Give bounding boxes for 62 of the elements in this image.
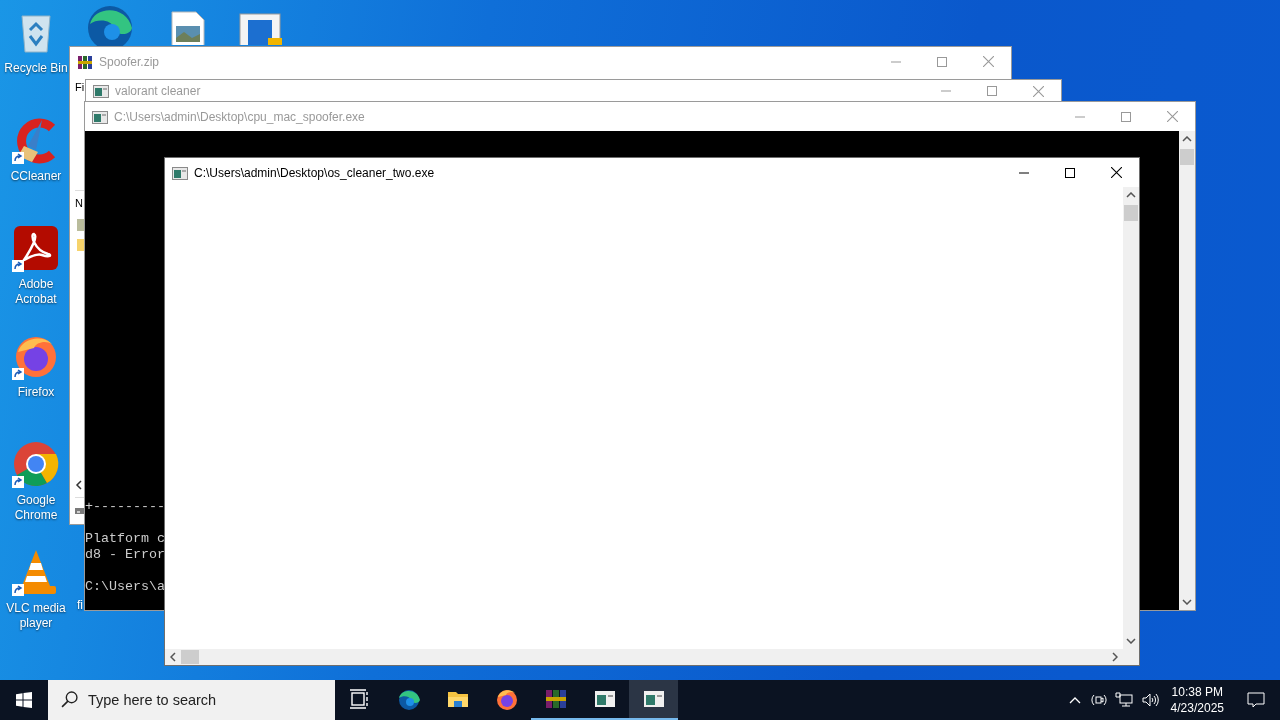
console-line: d8 - Error [85,547,166,563]
scroll-down-button[interactable] [1182,599,1192,605]
volume-icon[interactable] [1140,692,1159,708]
console-line: +--------- [85,499,166,515]
close-icon [1032,85,1044,97]
search-field[interactable]: Type here to search [48,680,335,720]
close-icon [1110,167,1122,178]
maximize-icon [937,56,947,67]
window-icon [92,108,108,125]
document-app-icon[interactable] [12,224,60,272]
chevron-up-icon [1068,696,1081,704]
icon-label[interactable]: Adobe Acrobat [0,277,72,307]
close-icon [1166,111,1178,122]
scroll-right-button[interactable] [1112,652,1118,662]
scrollbar-thumb[interactable] [1180,149,1194,165]
scroll-up-button[interactable] [1182,136,1192,142]
network-icon[interactable] [1114,692,1133,708]
icon-label[interactable]: Recycle Bin [4,61,68,76]
minimize-icon [891,60,901,63]
clock-date[interactable]: 4/23/2025 [1170,700,1224,716]
window-icon [93,83,109,99]
window-icon [172,164,188,181]
minimize-icon [1075,115,1085,118]
icon-label[interactable]: fi [77,598,83,613]
archive-icon [543,687,568,711]
column-header[interactable]: N [75,197,83,209]
scrollbar-thumb[interactable] [1124,205,1138,221]
console-line: Platform c [85,531,166,547]
scroll-up-button[interactable] [1126,192,1136,198]
minimize-icon [1019,171,1029,174]
clock-time[interactable]: 10:38 PM [1171,684,1223,700]
browser-icon[interactable] [12,440,60,488]
browser-icon [494,687,519,711]
archive-icon [77,53,93,70]
windows-logo-icon [16,692,32,708]
camera-icon[interactable] [1090,692,1107,708]
speech-bubble-icon [1247,692,1265,708]
window-title: Spoofer.zip [99,54,160,69]
scrollbar[interactable] [1179,131,1195,610]
maximize-icon [987,86,997,96]
menu-item[interactable]: Fi [75,81,85,93]
console-line: C:\Users\a [85,579,166,595]
scrollbar-thumb[interactable] [181,650,199,664]
close-icon [982,56,994,67]
icon-label[interactable]: Google Chrome [0,493,72,523]
search-icon [61,691,78,708]
minimize-icon [941,90,951,92]
browser-icon [396,687,421,711]
maximize-icon [1065,167,1075,178]
drive-icon [75,508,84,514]
window-title: valorant cleaner [115,84,201,98]
scroll-down-button[interactable] [1126,638,1136,644]
window-title: C:\Users\admin\Desktop\os_cleaner_two.exe [194,165,435,180]
scroll-left-button[interactable] [170,652,176,662]
scroll-left-button[interactable] [75,480,83,490]
maximize-icon [1121,111,1131,122]
taskbar-button[interactable] [629,680,678,720]
scrollbar[interactable] [1123,187,1139,649]
icon-label[interactable]: Firefox [17,385,55,400]
window-title: C:\Users\admin\Desktop\cpu_mac_spoofer.exe [114,109,365,124]
icon-label[interactable]: VLC media player [0,601,72,631]
icon-label[interactable]: CCleaner [10,169,62,184]
